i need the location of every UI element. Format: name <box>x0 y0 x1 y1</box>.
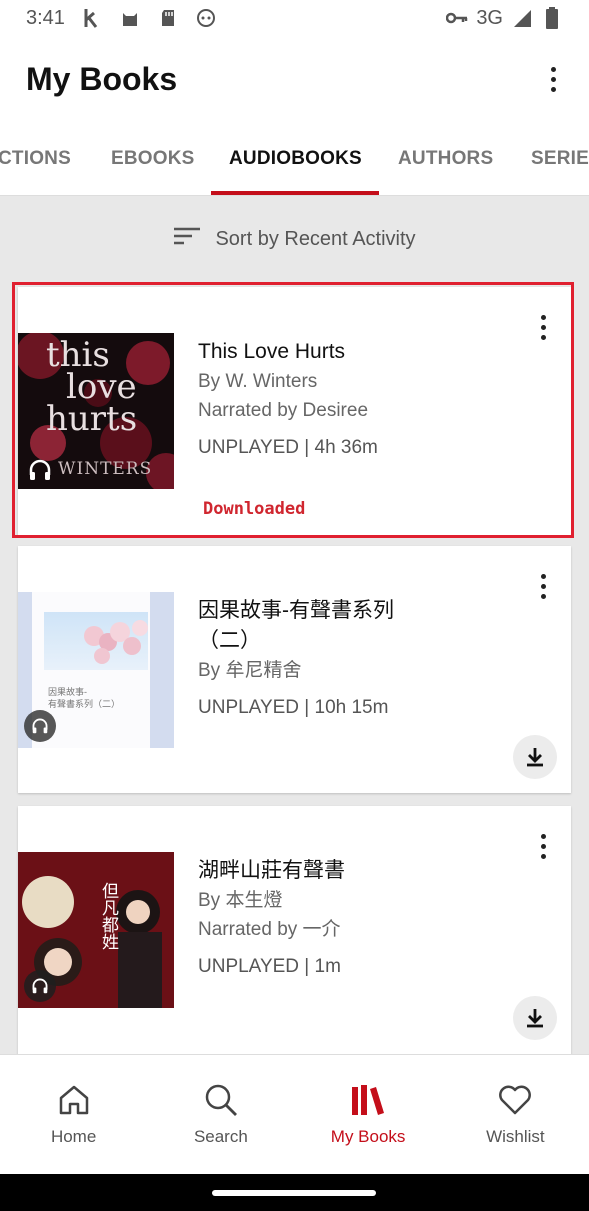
headphones-icon <box>28 459 52 486</box>
tab-ebooks[interactable]: EBOOKS <box>111 122 195 195</box>
library-icon <box>352 1084 385 1115</box>
nav-wishlist[interactable]: Wishlist <box>442 1055 589 1174</box>
tab-audiobooks[interactable]: AUDIOBOOKS <box>229 122 362 195</box>
book-title: 因果故事-有聲書系列（二） <box>198 599 394 652</box>
nav-my-books[interactable]: My Books <box>295 1055 442 1174</box>
home-icon <box>59 1085 88 1114</box>
blossom-art <box>84 620 148 664</box>
tab-bar: CTIONS EBOOKS AUDIOBOOKS AUTHORS SERIE <box>0 122 589 196</box>
status-time: 3:41 <box>26 6 65 29</box>
face-icon <box>195 7 217 29</box>
book-info: This Love Hurts By W. Winters Narrated b… <box>198 337 538 459</box>
book-author: By 牟尼精舍 <box>198 660 302 681</box>
book-card[interactable]: 因果故事- 有聲書系列（二） 因果故事-有聲書系列（二） By 牟尼精舍 UNP… <box>18 546 571 793</box>
battery-icon <box>541 7 563 29</box>
sort-label: Sort by Recent Activity <box>215 227 416 250</box>
book-author: By 本生燈 <box>198 890 283 911</box>
nav-home[interactable]: Home <box>0 1055 147 1174</box>
cat-icon <box>119 7 141 29</box>
page-title: My Books <box>26 60 178 97</box>
headphones-icon <box>24 710 56 742</box>
status-bar: 3:41 3G <box>0 0 589 36</box>
home-gesture-pill[interactable] <box>212 1190 376 1196</box>
sd-card-icon <box>157 7 179 29</box>
nav-label: Search <box>193 1126 248 1146</box>
bottom-navigation: Home Search My Books Wishlist <box>0 1054 589 1174</box>
nav-search[interactable]: Search <box>147 1055 294 1174</box>
sort-button[interactable]: Sort by Recent Activity <box>0 214 589 264</box>
cover-title: 但凡都姓 <box>98 882 118 950</box>
book-status: UNPLAYED | 10h 15m <box>198 697 389 718</box>
nav-label: Home <box>50 1126 97 1146</box>
book-cover[interactable]: this love hurts WINTERS <box>18 333 174 489</box>
book-status: UNPLAYED | 4h 36m <box>198 437 378 458</box>
download-button[interactable] <box>513 996 557 1040</box>
book-options-button[interactable] <box>533 566 553 606</box>
book-title: This Love Hurts <box>198 340 346 363</box>
tab-collections[interactable]: CTIONS <box>0 122 71 195</box>
book-options-button[interactable] <box>533 826 553 866</box>
network-type: 3G <box>476 6 503 29</box>
download-button[interactable] <box>513 735 557 779</box>
book-info: 因果故事-有聲書系列（二） By 牟尼精舍 UNPLAYED | 10h 15m <box>198 596 538 719</box>
signal-icon <box>511 7 533 29</box>
book-info: 湖畔山莊有聲書 By 本生燈 Narrated by 一介 UNPLAYED |… <box>198 856 538 978</box>
book-status: UNPLAYED | 1m <box>198 956 341 977</box>
cover-caption: 因果故事- 有聲書系列（二） <box>48 687 121 709</box>
nav-label: My Books <box>330 1126 406 1146</box>
download-icon <box>527 748 543 767</box>
download-icon <box>527 1009 543 1028</box>
nav-label: Wishlist <box>486 1126 545 1146</box>
tab-authors[interactable]: AUTHORS <box>398 122 493 195</box>
active-tab-indicator <box>211 191 379 195</box>
cover-title-line: hurts <box>46 399 138 439</box>
cover-author: WINTERS <box>58 459 153 479</box>
downloaded-label: Downloaded <box>203 499 306 519</box>
sort-icon <box>173 226 201 252</box>
book-options-button[interactable] <box>533 307 553 347</box>
book-title: 湖畔山莊有聲書 <box>198 859 345 882</box>
book-card[interactable]: 但凡都姓 湖畔山莊有聲書 By 本生燈 Narrated by 一介 UNPLA… <box>18 806 571 1066</box>
more-options-button[interactable] <box>543 59 563 99</box>
tab-series[interactable]: SERIE <box>531 122 589 195</box>
headphones-icon <box>24 970 56 1002</box>
book-narrator: Narrated by Desiree <box>198 400 369 421</box>
book-cover[interactable]: 但凡都姓 <box>18 852 174 1008</box>
search-icon <box>205 1084 237 1116</box>
k-app-icon <box>81 7 103 29</box>
app-bar: My Books <box>0 36 589 122</box>
book-card[interactable]: this love hurts WINTERS This Love Hurts … <box>18 287 571 535</box>
system-navigation-bar <box>0 1174 589 1211</box>
book-narrator: Narrated by 一介 <box>198 919 341 940</box>
book-cover[interactable]: 因果故事- 有聲書系列（二） <box>18 592 174 748</box>
key-icon <box>446 7 468 29</box>
book-author: By W. Winters <box>198 371 318 392</box>
heart-icon <box>499 1085 532 1114</box>
